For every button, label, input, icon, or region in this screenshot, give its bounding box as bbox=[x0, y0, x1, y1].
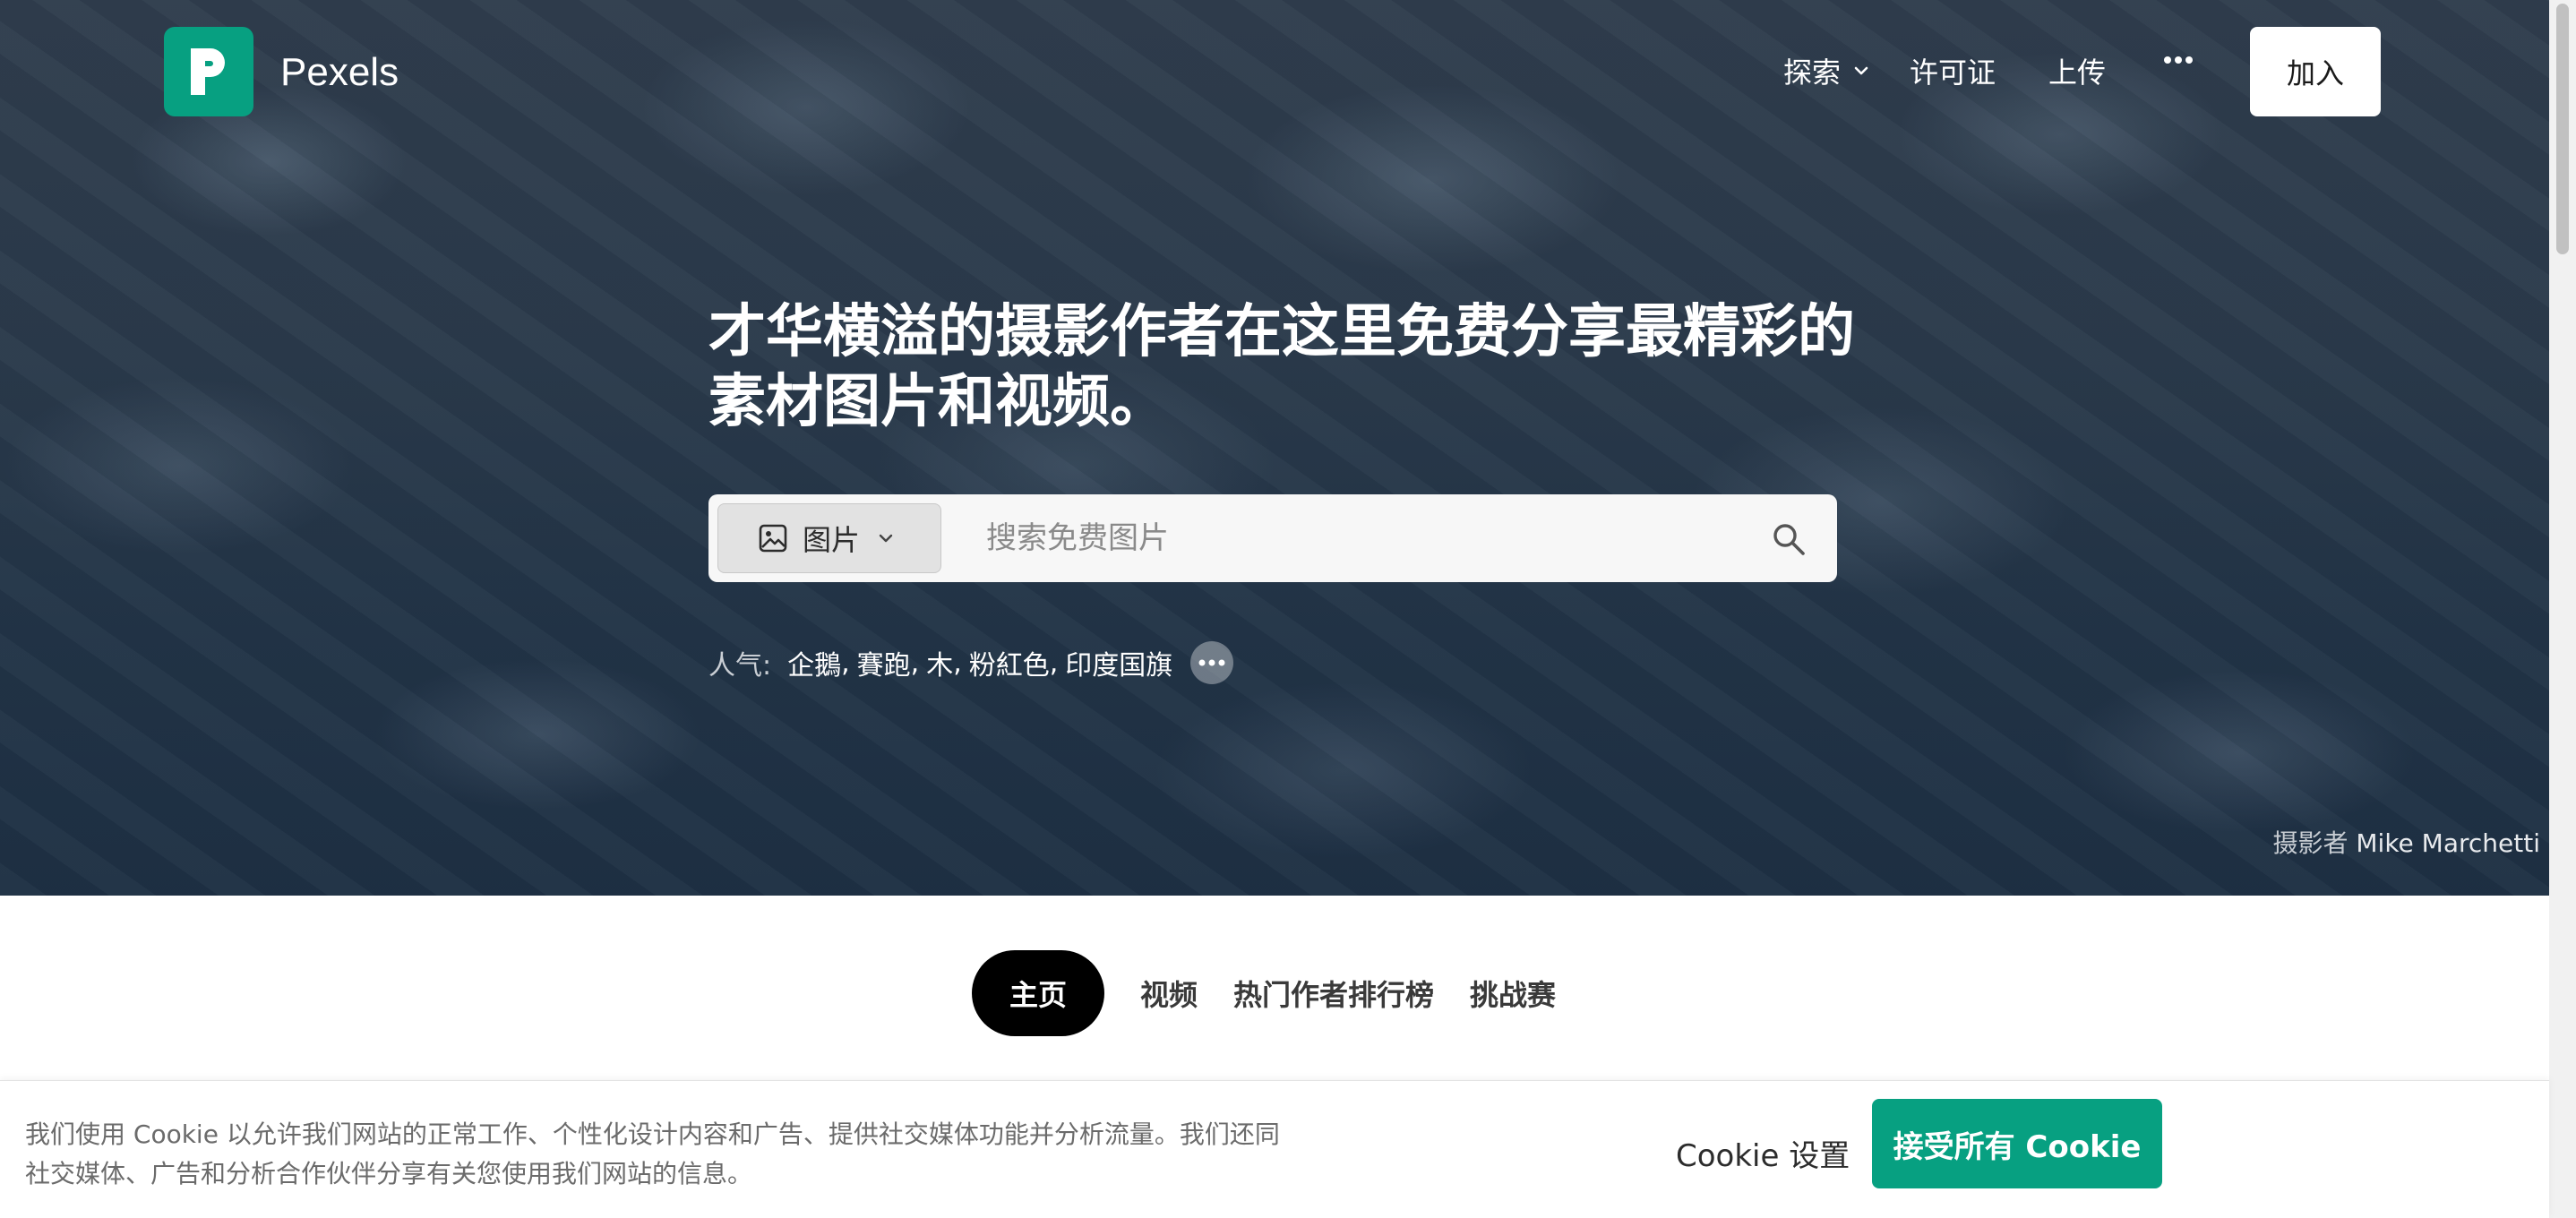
more-options[interactable] bbox=[2163, 56, 2194, 64]
media-type-label: 图片 bbox=[803, 523, 861, 557]
nav-license[interactable]: 许可证 bbox=[1910, 50, 1996, 91]
image-icon bbox=[759, 524, 787, 553]
nav-explore[interactable]: 探索 bbox=[1783, 50, 1871, 91]
tab-home[interactable]: 主页 bbox=[972, 950, 1105, 1036]
popular-tag[interactable]: 企鵝 bbox=[787, 643, 841, 682]
tab-videos[interactable]: 视频 bbox=[1140, 973, 1198, 1014]
accept-cookies-button[interactable]: 接受所有 Cookie bbox=[1872, 1099, 2162, 1188]
popular-tag[interactable]: 木 bbox=[926, 643, 953, 682]
tab-leaderboard[interactable]: 热门作者排行榜 bbox=[1233, 973, 1434, 1014]
search-input[interactable] bbox=[986, 512, 1721, 564]
photographer-name: Mike Marchetti bbox=[2356, 828, 2540, 858]
popular-separator: , bbox=[953, 647, 962, 679]
popular-tag[interactable]: 粉紅色 bbox=[969, 643, 1050, 682]
popular-tag[interactable]: 賽跑 bbox=[857, 643, 911, 682]
main-tabs: 主页 视频 热门作者排行榜 挑战赛 bbox=[972, 950, 1592, 1036]
hero-headline: 才华横溢的摄影作者在这里免费分享最精彩的素材图片和视频。 bbox=[708, 299, 1855, 435]
chevron-down-icon bbox=[1854, 66, 1868, 75]
popular-searches: 人气: 企鵝, 賽跑, 木, 粉紅色, 印度国旗 bbox=[708, 641, 1234, 684]
popular-separator: , bbox=[910, 647, 920, 679]
brand-name[interactable]: Pexels bbox=[280, 50, 399, 95]
search-bar: 图片 bbox=[708, 494, 1837, 582]
tab-challenges[interactable]: 挑战赛 bbox=[1470, 973, 1556, 1014]
more-horizontal-icon bbox=[1198, 659, 1225, 666]
join-button[interactable]: 加入 bbox=[2250, 27, 2381, 116]
cookie-banner: 我们使用 Cookie 以允许我们网站的正常工作、个性化设计内容和广告、提供社交… bbox=[0, 1080, 2549, 1218]
cookie-notice-text: 我们使用 Cookie 以允许我们网站的正常工作、个性化设计内容和广告、提供社交… bbox=[25, 1119, 1280, 1188]
search-icon[interactable] bbox=[1771, 521, 1807, 557]
popular-tag[interactable]: 印度国旗 bbox=[1065, 643, 1172, 682]
page-scrollbar[interactable] bbox=[2549, 0, 2576, 1218]
hero-section bbox=[0, 0, 2549, 896]
media-type-select[interactable]: 图片 bbox=[717, 503, 941, 573]
photo-credit[interactable]: 摄影者 Mike Marchetti bbox=[2272, 824, 2540, 860]
more-horizontal-icon bbox=[2164, 56, 2193, 64]
chevron-down-icon bbox=[879, 534, 893, 543]
popular-label: 人气: bbox=[708, 650, 772, 682]
nav-upload[interactable]: 上传 bbox=[2048, 50, 2106, 91]
pexels-logo-icon bbox=[191, 48, 225, 95]
cookie-settings-button[interactable]: Cookie 设置 bbox=[1676, 1131, 1850, 1175]
scrollbar-thumb[interactable] bbox=[2556, 4, 2569, 254]
popular-separator: , bbox=[1049, 647, 1059, 679]
popular-separator: , bbox=[841, 647, 850, 679]
more-popular-button[interactable] bbox=[1190, 641, 1234, 684]
nav-explore-label: 探索 bbox=[1783, 56, 1842, 90]
pexels-logo[interactable] bbox=[164, 27, 253, 116]
photo-credit-prefix: 摄影者 bbox=[2272, 828, 2348, 858]
